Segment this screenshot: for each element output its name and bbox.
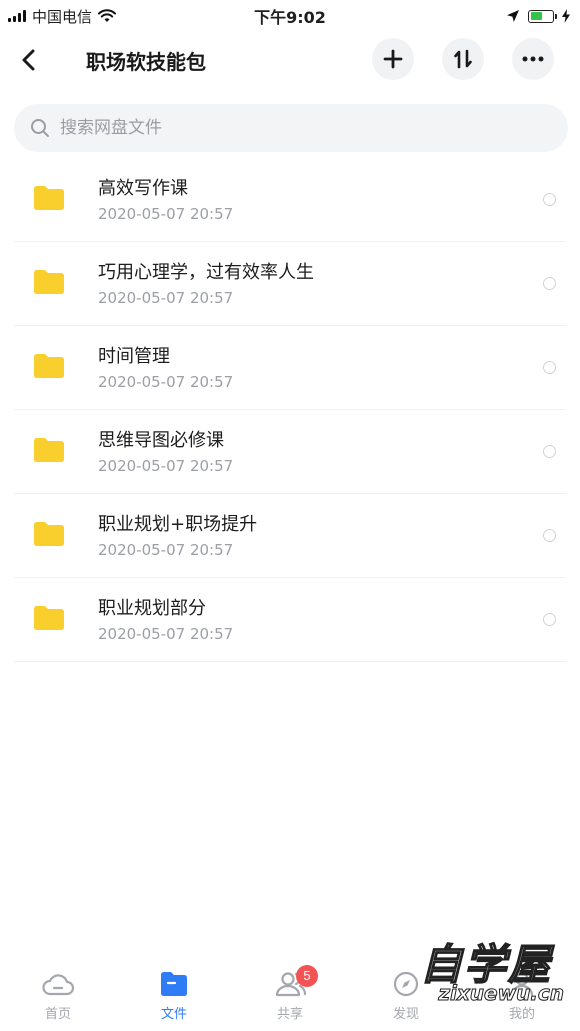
charging-icon <box>562 9 570 23</box>
more-button[interactable] <box>512 38 554 80</box>
location-icon <box>507 10 519 22</box>
file-date: 2020-05-07 20:57 <box>98 289 234 307</box>
file-row[interactable]: 职业规划+职场提升 2020-05-07 20:57 <box>14 494 566 578</box>
folder-icon <box>34 270 64 294</box>
folder-icon <box>34 522 64 546</box>
tab-label: 首页 <box>44 1007 71 1022</box>
folder-icon <box>34 354 64 378</box>
folder-icon <box>34 186 64 210</box>
notification-badge: 5 <box>296 965 318 987</box>
watermark-sub: zixuewu.cn <box>438 981 565 1006</box>
file-name: 职业规划+职场提升 <box>98 514 258 535</box>
file-row[interactable]: 思维导图必修课 2020-05-07 20:57 <box>14 410 566 494</box>
status-right <box>506 9 570 23</box>
search-bar[interactable] <box>14 104 568 152</box>
search-icon <box>31 119 49 137</box>
signal-icon <box>8 10 26 22</box>
file-date: 2020-05-07 20:57 <box>98 205 234 223</box>
more-icon <box>522 56 544 62</box>
back-icon <box>22 49 35 71</box>
tab-share[interactable]: 5 共享 <box>232 955 348 1031</box>
header-actions <box>372 38 554 80</box>
tab-label: 共享 <box>276 1007 303 1022</box>
plus-icon <box>383 49 403 69</box>
file-name: 思维导图必修课 <box>98 430 224 451</box>
file-date: 2020-05-07 20:57 <box>98 457 234 475</box>
file-date: 2020-05-07 20:57 <box>98 625 234 643</box>
status-bar: 中国电信 下午9:02 <box>0 0 580 32</box>
folder-icon <box>161 972 187 996</box>
wifi-icon <box>98 9 117 22</box>
select-circle[interactable] <box>543 529 556 542</box>
file-row[interactable]: 高效写作课 2020-05-07 20:57 <box>14 158 566 242</box>
file-date: 2020-05-07 20:57 <box>98 541 234 559</box>
file-date: 2020-05-07 20:57 <box>98 373 234 391</box>
cloud-icon <box>42 974 74 996</box>
file-list: 高效写作课 2020-05-07 20:57 巧用心理学，过有效率人生 2020… <box>0 158 580 662</box>
watermark: 自学屋 zixuewu.cn <box>390 931 570 1011</box>
add-button[interactable] <box>372 38 414 80</box>
status-left: 中国电信 <box>8 6 117 27</box>
sort-icon <box>454 49 472 69</box>
carrier-label: 中国电信 <box>32 7 93 26</box>
sort-button[interactable] <box>442 38 484 80</box>
folder-icon <box>34 606 64 630</box>
page-title: 职场软技能包 <box>86 49 206 74</box>
file-name: 巧用心理学，过有效率人生 <box>98 262 314 283</box>
file-name: 高效写作课 <box>98 178 188 199</box>
file-row[interactable]: 时间管理 2020-05-07 20:57 <box>14 326 566 410</box>
back-button[interactable] <box>0 34 56 86</box>
file-name: 职业规划部分 <box>98 598 206 619</box>
tab-files[interactable]: 文件 <box>116 955 232 1031</box>
tab-home[interactable]: 首页 <box>0 955 116 1031</box>
select-circle[interactable] <box>543 361 556 374</box>
select-circle[interactable] <box>543 193 556 206</box>
select-circle[interactable] <box>543 277 556 290</box>
file-row[interactable]: 职业规划部分 2020-05-07 20:57 <box>14 578 566 662</box>
file-row[interactable]: 巧用心理学，过有效率人生 2020-05-07 20:57 <box>14 242 566 326</box>
search-input[interactable] <box>60 118 500 138</box>
battery-icon <box>528 9 557 23</box>
folder-icon <box>34 438 64 462</box>
file-name: 时间管理 <box>98 346 170 367</box>
header: 职场软技能包 <box>0 34 580 86</box>
select-circle[interactable] <box>543 613 556 626</box>
tab-label: 文件 <box>160 1007 187 1022</box>
select-circle[interactable] <box>543 445 556 458</box>
